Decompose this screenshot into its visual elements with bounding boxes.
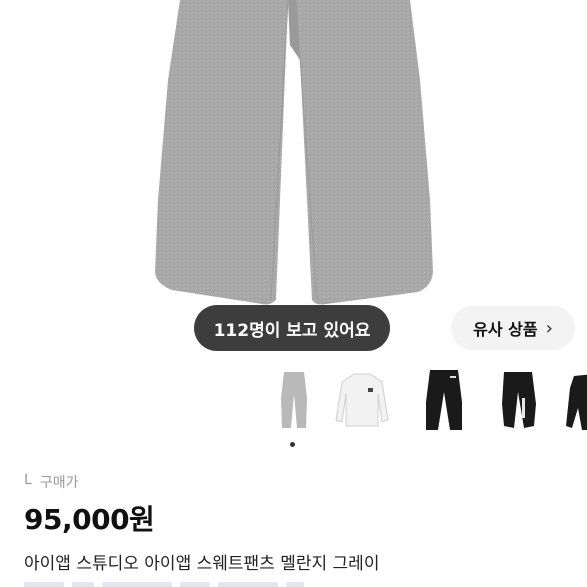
product-subtitle-clipped (24, 578, 384, 587)
condition-row: L 구매가 (24, 472, 78, 492)
product-title: 아이앱 스튜디오 아이앱 스웨트팬츠 멜란지 그레이 (24, 554, 380, 574)
similar-products-label: 유사 상품 (473, 320, 538, 339)
pager-dot-active (290, 442, 295, 447)
similar-products-button[interactable]: 유사 상품 › (451, 306, 575, 350)
thumbnail-black-top[interactable] (564, 368, 587, 434)
condition-label: 구매가 (39, 475, 79, 491)
viewers-count-text: 112명이 보고 있어요 (213, 320, 371, 341)
thumbnail-grey-sweatpants[interactable] (262, 368, 326, 434)
thumbnail-black-pants[interactable] (412, 368, 476, 434)
image-pager (286, 442, 302, 448)
product-price: 95,000원 (24, 503, 155, 536)
thumbnail-white-shirt[interactable] (330, 368, 394, 434)
product-image-area[interactable]: 112명이 보고 있어요 유사 상품 › (0, 0, 587, 362)
thumbnail-black-jogger[interactable] (488, 368, 552, 434)
thumbnail-strip[interactable] (262, 368, 587, 438)
viewers-count-badge: 112명이 보고 있어요 (194, 305, 390, 351)
chevron-right-icon: › (545, 317, 553, 339)
condition-grade: L (24, 472, 32, 488)
